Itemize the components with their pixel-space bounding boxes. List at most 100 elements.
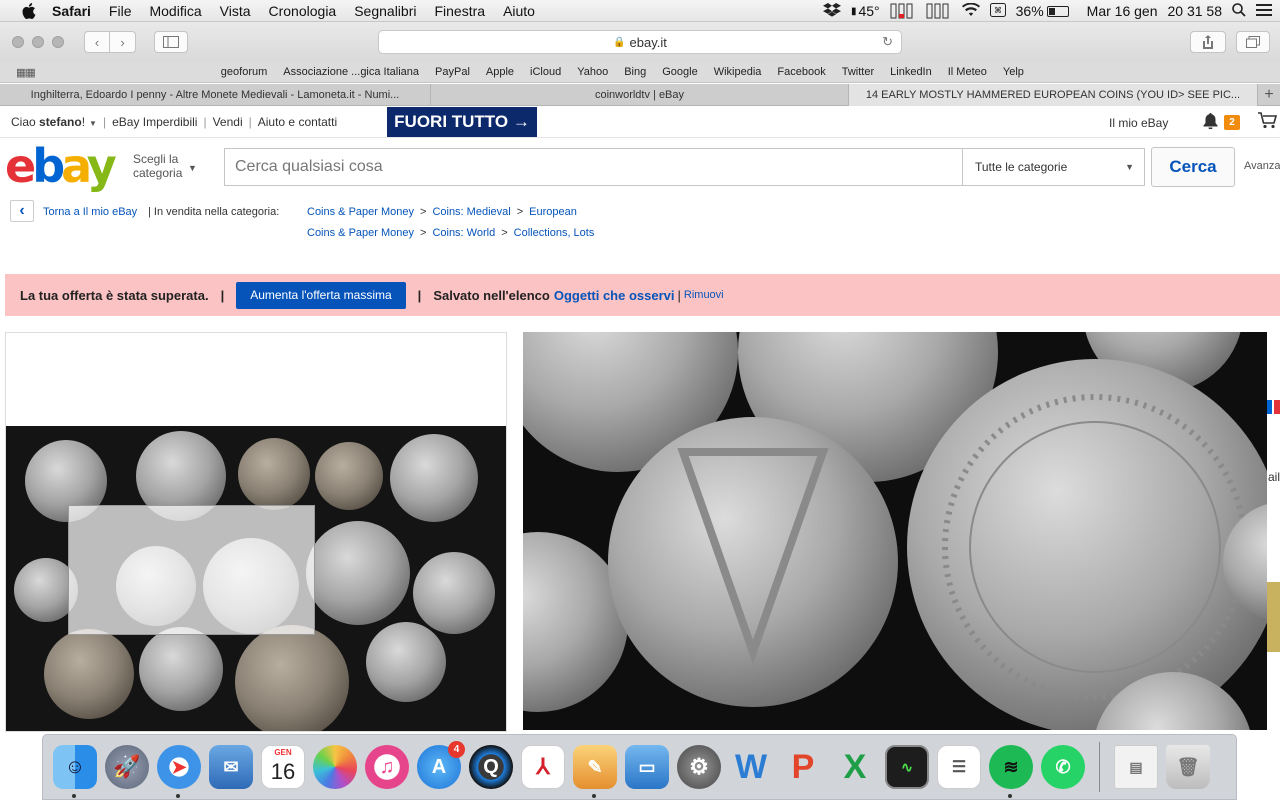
crumb-link[interactable]: Coins & Paper Money — [307, 227, 414, 239]
crumb-link[interactable]: European — [529, 206, 577, 218]
forward-button[interactable]: › — [110, 31, 136, 53]
show-all-tabs-button[interactable] — [1236, 31, 1270, 53]
menu-cronologia[interactable]: Cronologia — [269, 3, 337, 19]
menu-file[interactable]: File — [109, 3, 132, 19]
bookmark-yelp[interactable]: Yelp — [1003, 66, 1024, 78]
bookmark-apple[interactable]: Apple — [486, 66, 514, 78]
raise-max-bid-button[interactable]: Aumenta l'offerta massima — [236, 281, 406, 309]
back-to-my-ebay-button[interactable]: ‹ — [10, 200, 34, 222]
zoom-lens[interactable] — [68, 505, 315, 635]
spotlight-icon[interactable] — [1232, 2, 1246, 20]
clock-time[interactable]: 20 31 58 — [1168, 3, 1223, 19]
zoom-window-button[interactable] — [52, 36, 64, 48]
keyboard-input-icon[interactable]: ⌘ — [989, 2, 1006, 20]
powerpoint-icon[interactable]: P — [781, 745, 825, 789]
bookmark-wikipedia[interactable]: Wikipedia — [714, 66, 762, 78]
mail-icon[interactable]: ✉ — [209, 745, 253, 789]
notification-center-icon[interactable] — [1256, 3, 1272, 19]
watchlist-link[interactable]: Oggetti che osservi — [554, 288, 675, 303]
excel-icon[interactable]: X — [833, 745, 877, 789]
spotify-icon[interactable]: ≋ — [989, 745, 1033, 798]
bookmark-yahoo[interactable]: Yahoo — [577, 66, 608, 78]
itunes-icon[interactable]: ♫ — [365, 745, 409, 789]
crumb-link[interactable]: Collections, Lots — [514, 227, 595, 239]
crumb-link[interactable]: Coins & Paper Money — [307, 206, 414, 218]
menu-modifica[interactable]: Modifica — [149, 3, 201, 19]
temperature-readout[interactable]: ▮ 45° — [851, 3, 880, 19]
bookmark-facebook[interactable]: Facebook — [777, 66, 825, 78]
bookmark-ilmeteo[interactable]: Il Meteo — [948, 66, 987, 78]
bookmark-paypal[interactable]: PayPal — [435, 66, 470, 78]
cart-icon[interactable] — [1258, 112, 1278, 134]
user-greeting[interactable]: Ciao stefano! ▼ — [11, 115, 97, 129]
back-button[interactable]: ‹ — [84, 31, 110, 53]
quicktime-icon[interactable]: Q — [469, 745, 513, 789]
bookmark-geoforum[interactable]: geoforum — [221, 66, 267, 78]
menu-vista[interactable]: Vista — [220, 3, 251, 19]
category-select[interactable]: Tutte le categorie ▼ — [963, 148, 1145, 186]
bookmark-associazione[interactable]: Associazione ...gica Italiana — [283, 66, 419, 78]
divider: | — [248, 115, 252, 129]
memory-meter-icon[interactable] — [926, 2, 952, 20]
keynote-icon[interactable]: ▭ — [625, 745, 669, 789]
bookmark-twitter[interactable]: Twitter — [842, 66, 874, 78]
my-ebay-link[interactable]: Il mio eBay — [1109, 116, 1168, 130]
back-to-my-ebay-link[interactable]: Torna a Il mio eBay — [43, 206, 137, 218]
bookmark-bing[interactable]: Bing — [624, 66, 646, 78]
dropbox-icon[interactable] — [822, 2, 841, 20]
search-input[interactable] — [225, 149, 962, 185]
app-store-icon[interactable]: A4 — [417, 741, 465, 789]
bookmark-icloud[interactable]: iCloud — [530, 66, 561, 78]
menu-finestra[interactable]: Finestra — [434, 3, 485, 19]
photos-icon[interactable] — [313, 745, 357, 789]
crumb-link[interactable]: Coins: World — [432, 227, 495, 239]
menu-aiuto[interactable]: Aiuto — [503, 3, 535, 19]
top-sites-grid-icon[interactable]: ▦▦ — [16, 66, 36, 79]
tab-lamoneta[interactable]: Inghilterra, Edoardo I penny - Altre Mon… — [0, 84, 431, 106]
minimize-window-button[interactable] — [32, 36, 44, 48]
safari-icon[interactable]: ➤ — [157, 745, 201, 798]
finder-icon[interactable]: ☺ — [53, 745, 97, 798]
wifi-icon[interactable] — [961, 2, 980, 20]
apple-menu-icon[interactable] — [20, 2, 38, 19]
reminders-icon[interactable]: ☰ — [937, 745, 981, 789]
clock-date[interactable]: Mar 16 gen — [1087, 3, 1158, 19]
menu-segnalibri[interactable]: Segnalibri — [354, 3, 416, 19]
downloads-stack-icon[interactable]: ▤ — [1114, 745, 1158, 789]
cpu-meter-icon[interactable] — [890, 2, 916, 20]
close-window-button[interactable] — [12, 36, 24, 48]
address-bar[interactable]: 🔒 ebay.it ↻ — [378, 30, 902, 54]
tab-coinworldtv[interactable]: coinworldtv | eBay — [431, 84, 849, 106]
bell-icon[interactable] — [1203, 113, 1218, 133]
crumb-link[interactable]: Coins: Medieval — [432, 206, 510, 218]
share-button[interactable] — [1190, 31, 1226, 53]
whatsapp-icon[interactable]: ✆ — [1041, 745, 1085, 789]
new-tab-button[interactable]: + — [1258, 84, 1280, 105]
battery-status[interactable]: 36% — [1016, 3, 1069, 19]
word-icon[interactable]: W — [729, 745, 773, 789]
search-button[interactable]: Cerca — [1151, 147, 1235, 187]
advanced-search-link[interactable]: Avanza — [1244, 160, 1280, 172]
menu-app-name[interactable]: Safari — [52, 3, 91, 19]
link-vendi[interactable]: Vendi — [213, 115, 243, 129]
bookmark-google[interactable]: Google — [662, 66, 697, 78]
activity-monitor-icon[interactable]: ∿ — [885, 745, 929, 789]
system-preferences-icon[interactable]: ⚙ — [677, 745, 721, 789]
sidebar-toggle-button[interactable] — [154, 31, 188, 53]
pages-icon[interactable]: ✎ — [573, 745, 617, 798]
calendar-icon[interactable]: GEN 16 — [261, 745, 305, 789]
link-aiuto-contatti[interactable]: Aiuto e contatti — [258, 115, 337, 129]
bookmark-linkedin[interactable]: LinkedIn — [890, 66, 932, 78]
reload-icon[interactable]: ↻ — [882, 34, 893, 50]
trash-icon[interactable]: 🗑 — [1166, 745, 1210, 789]
shop-by-category[interactable]: Scegli la categoria ▼ — [133, 152, 197, 180]
remove-from-watchlist-link[interactable]: Rimuovi — [684, 289, 724, 301]
launchpad-icon[interactable]: 🚀 — [105, 745, 149, 789]
ebay-logo[interactable]: ebay — [5, 138, 117, 194]
acrobat-icon[interactable]: ⅄ — [521, 745, 565, 789]
divider: | — [220, 287, 225, 303]
promo-banner[interactable]: FUORI TUTTO → — [387, 107, 537, 137]
item-main-photo[interactable] — [6, 426, 506, 731]
link-imperdibili[interactable]: eBay Imperdibili — [112, 115, 197, 129]
tab-hammered-coins[interactable]: 14 EARLY MOSTLY HAMMERED EUROPEAN COINS … — [849, 84, 1258, 106]
